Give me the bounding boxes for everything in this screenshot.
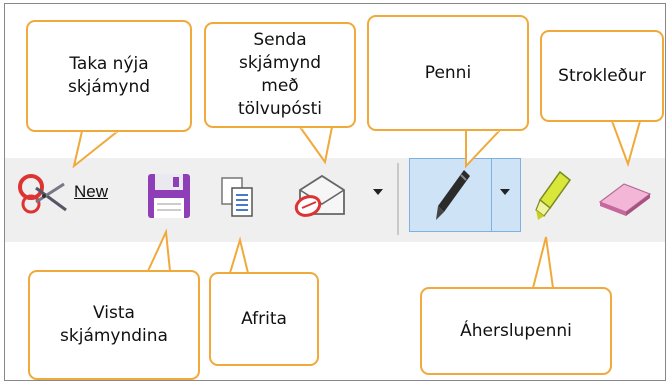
callout-email-text: Senda skjámynd með tölvupósti — [237, 30, 323, 119]
callout-pen: Penni — [367, 15, 529, 131]
callout-pen-text: Penni — [424, 62, 472, 83]
callout-copy: Afrita — [209, 272, 319, 366]
callout-eraser: Strokleður — [540, 30, 664, 122]
callout-new-snip: Taka nýja skjámynd — [26, 20, 192, 132]
callout-save-text: Vista skjámyndina — [60, 303, 168, 346]
callout-email: Senda skjámynd með tölvupósti — [204, 22, 356, 128]
callout-eraser-text: Strokleður — [558, 65, 646, 86]
callout-highlighter: Áherslupenni — [420, 287, 612, 375]
callout-new-snip-text: Taka nýja skjámynd — [67, 54, 151, 97]
callout-save: Vista skjámyndina — [28, 270, 200, 380]
callout-highlighter-text: Áherslupenni — [460, 320, 572, 341]
callout-copy-text: Afrita — [241, 308, 287, 329]
